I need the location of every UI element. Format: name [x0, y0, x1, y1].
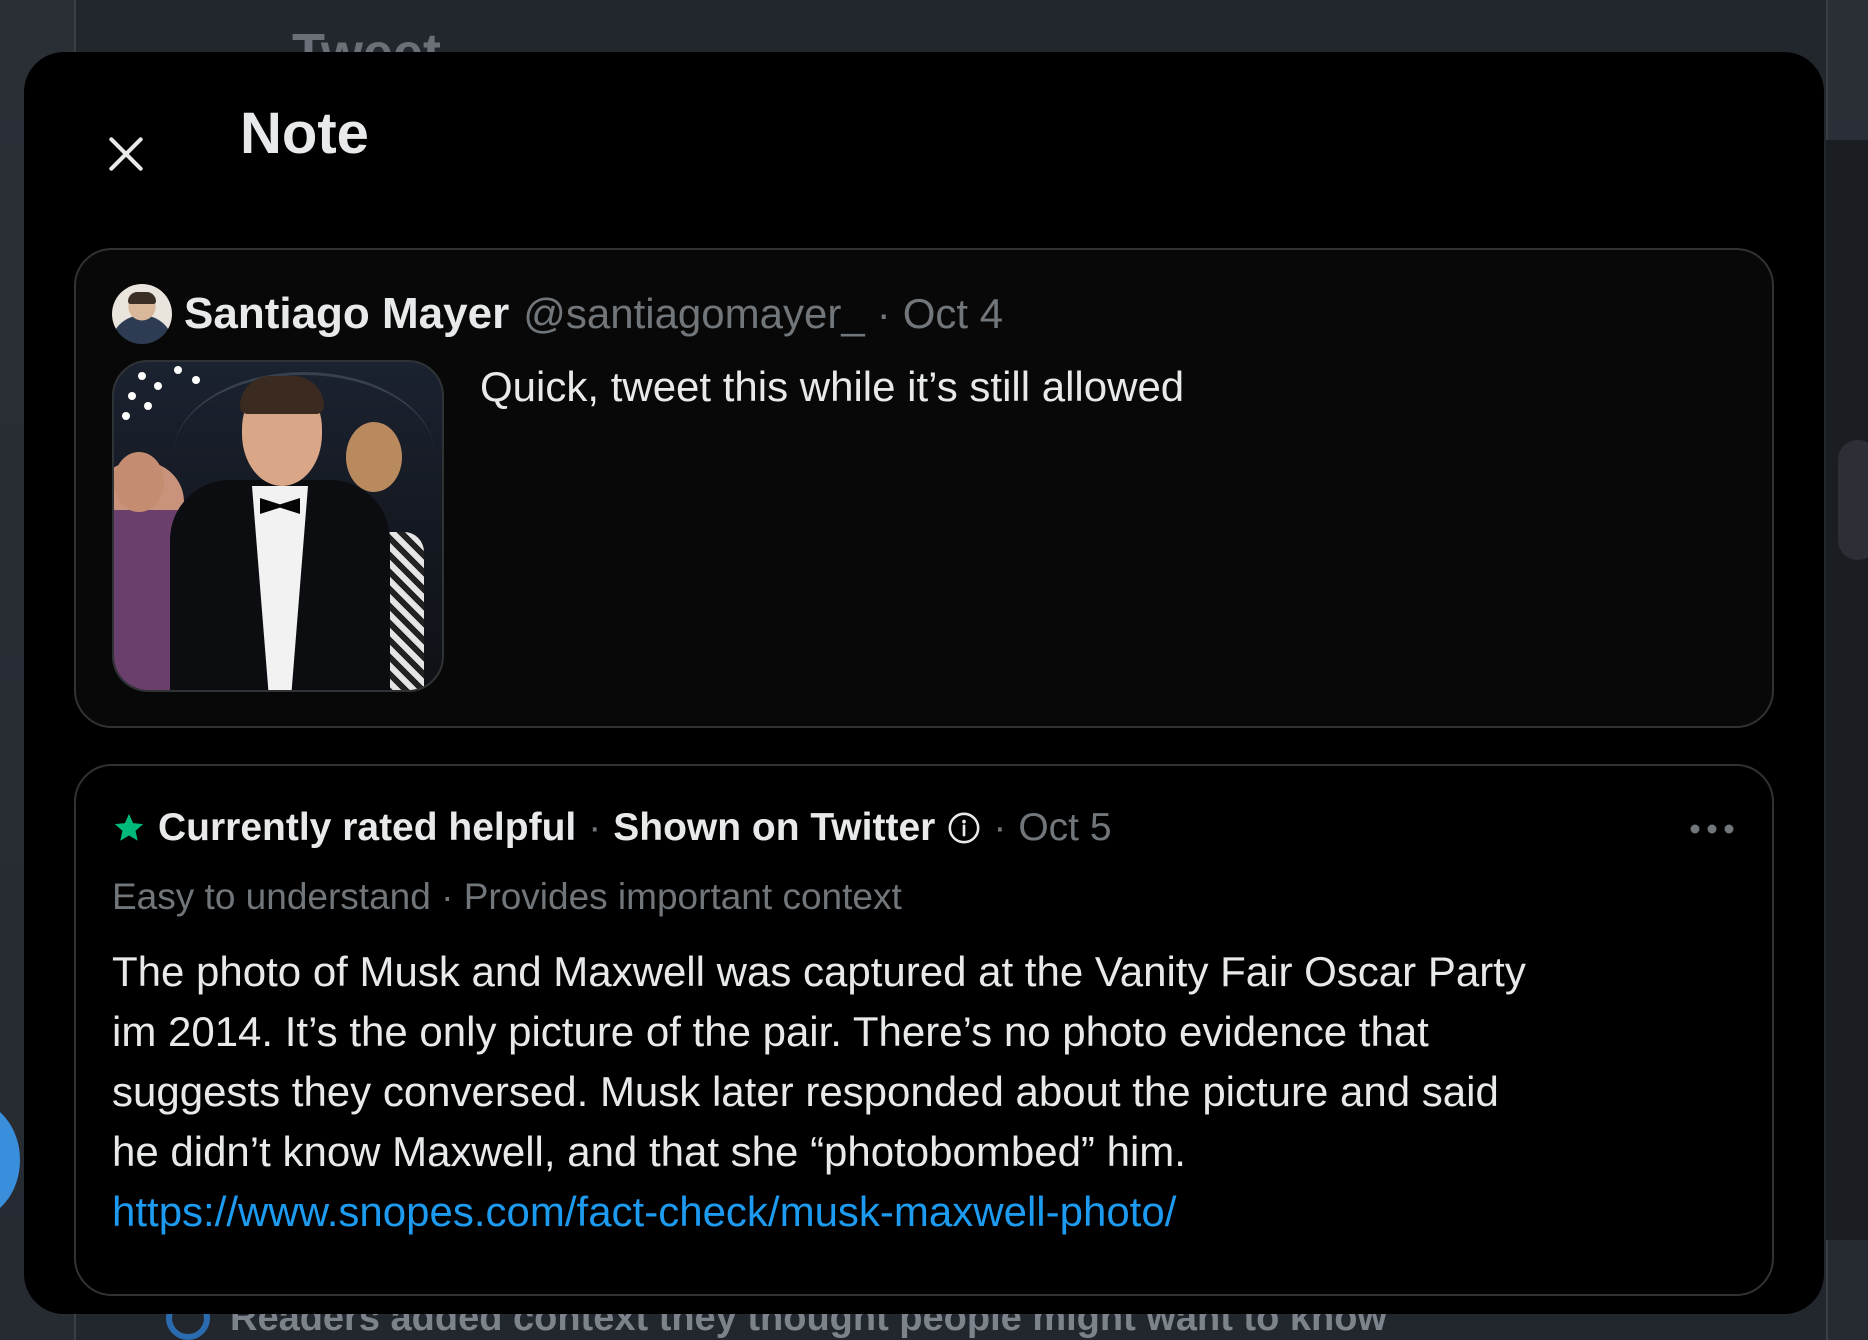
- separator-dot: ·: [876, 290, 891, 337]
- more-options-button[interactable]: [1680, 804, 1744, 854]
- quoted-tweet-card[interactable]: Santiago Mayer @santiagomayer_ · Oct 4 Q…: [74, 248, 1774, 728]
- separator-dot: ·: [588, 806, 602, 849]
- author-handle[interactable]: @santiagomayer_: [523, 290, 864, 338]
- note-shown-label: Shown on Twitter: [613, 806, 936, 849]
- note-modal: Note Santiago Mayer @santiagomayer_ · Oc…: [24, 52, 1824, 1314]
- author-name[interactable]: Santiago Mayer: [184, 289, 509, 339]
- note-status: Currently rated helpful: [158, 806, 577, 849]
- modal-header: Note: [24, 52, 1824, 212]
- tweet-photo[interactable]: [112, 360, 444, 692]
- avatar[interactable]: [112, 284, 172, 344]
- note-body: The photo of Musk and Maxwell was captur…: [112, 942, 1552, 1242]
- tweet-date[interactable]: Oct 4: [903, 290, 1003, 338]
- separator-dot: ·: [993, 806, 1007, 849]
- note-status-row: Currently rated helpful · Shown on Twitt…: [112, 806, 1112, 850]
- close-icon: [109, 137, 143, 171]
- note-text: The photo of Musk and Maxwell was captur…: [112, 948, 1526, 1175]
- tweet-header: Santiago Mayer @santiagomayer_ · Oct 4: [112, 284, 1003, 344]
- note-rating-tags: Easy to understand · Provides important …: [112, 876, 902, 917]
- tweet-text: Quick, tweet this while it’s still allow…: [480, 363, 1185, 410]
- source-link[interactable]: https://www.snopes.com/fact-check/musk-m…: [112, 1182, 1552, 1242]
- info-icon[interactable]: [947, 811, 981, 845]
- note-date: Oct 5: [1018, 806, 1112, 849]
- more-icon: [1690, 824, 1734, 834]
- close-button[interactable]: [74, 102, 178, 206]
- background-right-image: [1838, 440, 1868, 560]
- community-note-card: Currently rated helpful · Shown on Twitt…: [74, 764, 1774, 1296]
- background-right-panel: [1826, 140, 1868, 1240]
- star-icon: [114, 813, 144, 841]
- modal-title: Note: [240, 101, 369, 166]
